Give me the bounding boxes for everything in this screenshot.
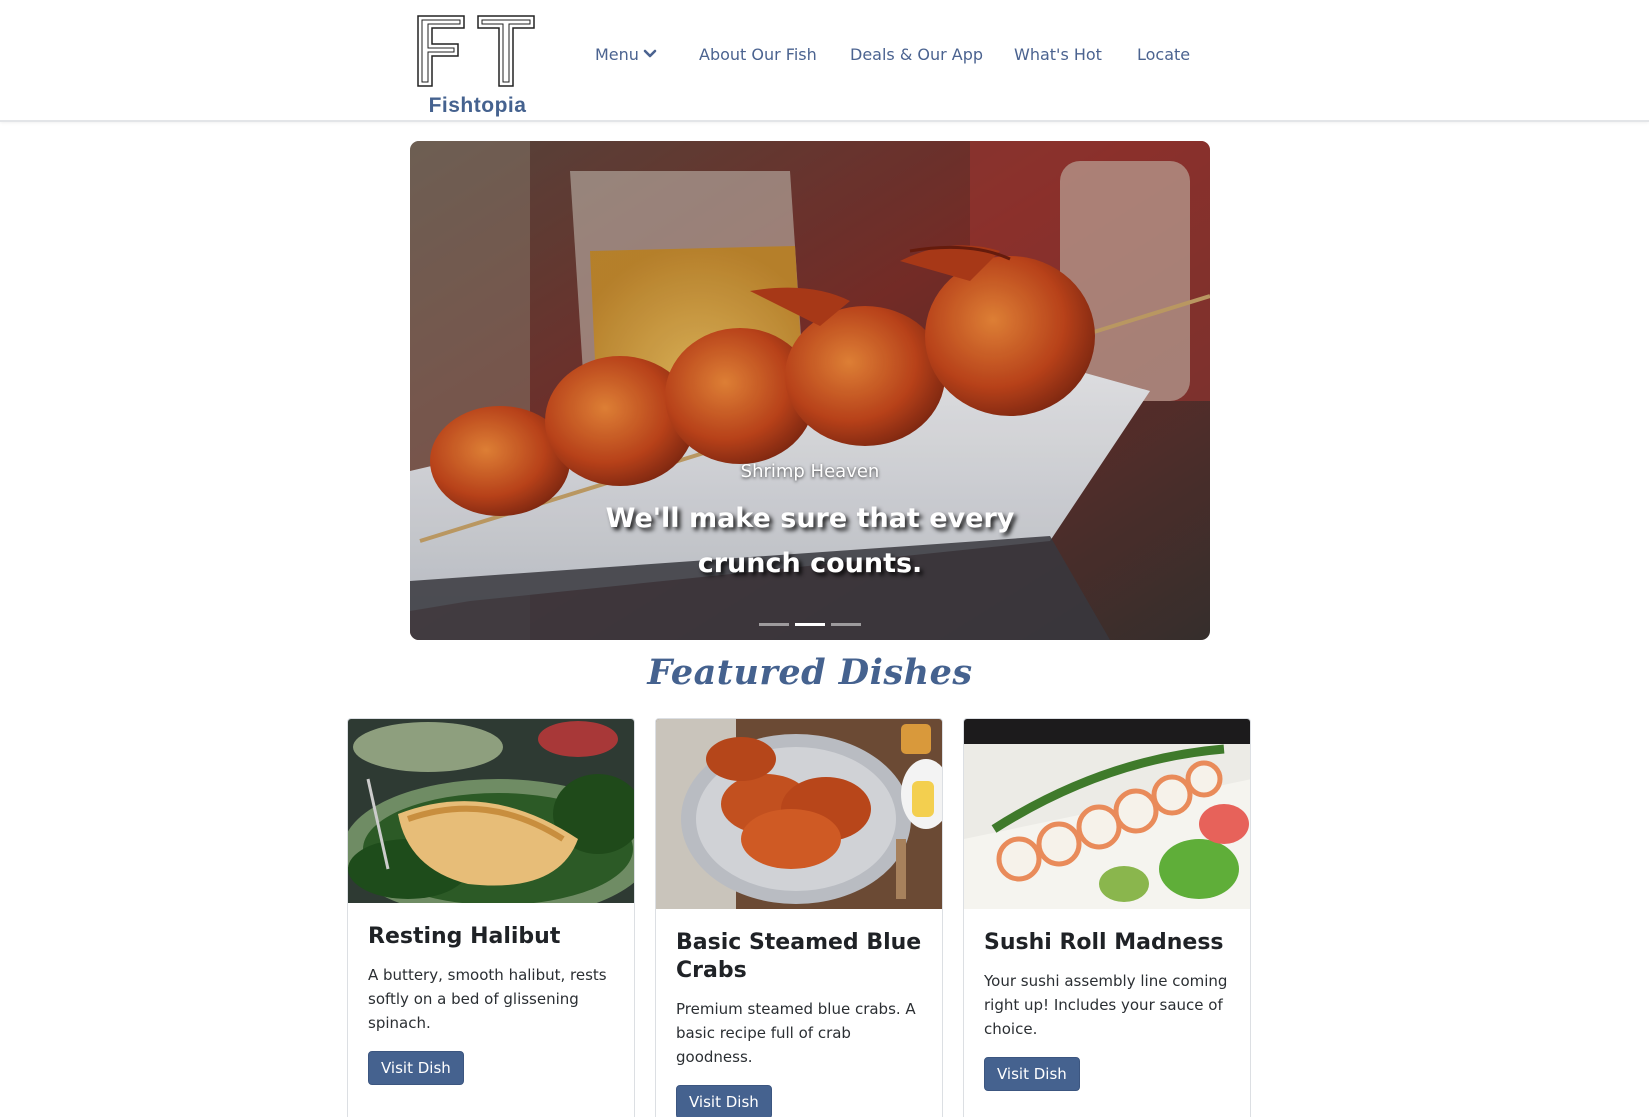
carousel-indicators [410,611,1210,626]
dish-description: Your sushi assembly line coming right up… [984,972,1228,1038]
blue-crabs-dish-image [656,719,942,909]
dish-title: Sushi Roll Madness [984,930,1224,955]
visit-dish-button[interactable]: Visit Dish [368,1051,464,1085]
chevron-down-icon [643,49,657,58]
brand-name: Fishtopia [428,94,527,117]
slide-title: Shrimp Heaven [740,461,880,482]
dish-title: Resting Halibut [368,924,561,949]
brand-logo-link[interactable]: Fishtopia [415,14,540,118]
dish-title: Basic Steamed Blue Crabs [676,930,922,983]
hero-carousel[interactable]: Shrimp Heaven We'll make sure that every… [410,141,1210,640]
brand-ft-logo-icon [417,15,535,87]
nav-whats-hot[interactable]: What's Hot [1014,45,1102,64]
nav-about-our-fish[interactable]: About Our Fish [699,45,817,64]
visit-dish-button[interactable]: Visit Dish [676,1085,772,1117]
halibut-dish-image [348,719,634,903]
dish-description: A buttery, smooth halibut, rests softly … [368,966,607,1032]
nav-deals-our-app[interactable]: Deals & Our App [850,45,983,64]
carousel-caption: Shrimp Heaven We'll make sure that every… [410,461,1210,586]
slide-text: We'll make sure that every crunch counts… [605,503,1015,579]
visit-dish-button[interactable]: Visit Dish [984,1057,1080,1091]
carousel-indicator-3[interactable] [831,623,861,626]
sushi-roll-dish-image [964,719,1250,909]
dish-card-halibut: Resting Halibut A buttery, smooth halibu… [347,718,635,1117]
nav-menu-dropdown[interactable]: Menu [595,45,657,64]
dish-card-blue-crabs: Basic Steamed Blue Crabs Premium steamed… [655,718,943,1117]
nav-locate[interactable]: Locate [1137,45,1190,64]
carousel-indicator-1[interactable] [759,623,789,626]
navbar: Fishtopia Menu About Our Fish Deals & Ou… [0,0,1649,122]
nav-menu-label: Menu [595,45,639,64]
dish-card-sushi-roll: Sushi Roll Madness Your sushi assembly l… [963,718,1251,1117]
dish-description: Premium steamed blue crabs. A basic reci… [676,1000,916,1066]
featured-dishes-heading: Featured Dishes [647,652,973,693]
carousel-indicator-2[interactable] [795,623,825,626]
